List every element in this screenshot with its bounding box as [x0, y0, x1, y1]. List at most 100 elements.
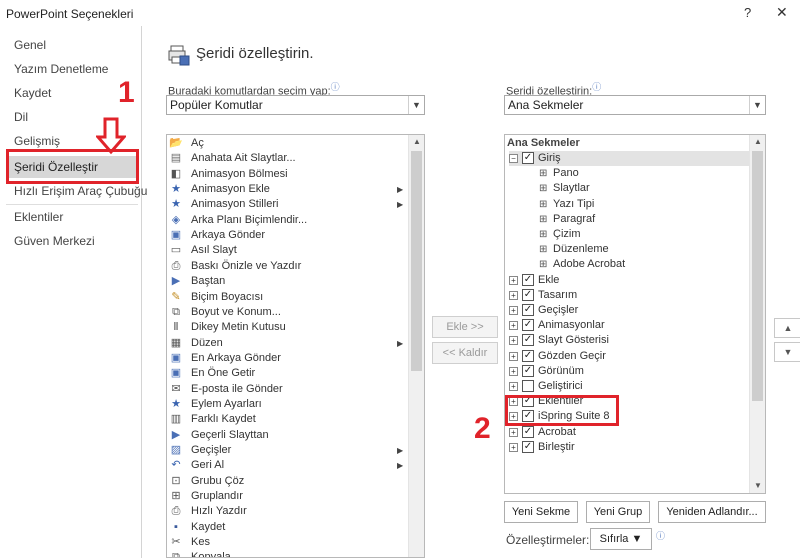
scroll-thumb[interactable] — [752, 151, 763, 401]
tree-item[interactable]: + ✓ Slayt Gösterisi — [509, 333, 749, 348]
command-item[interactable]: Ⅱ Dikey Metin Kutusu — [167, 320, 407, 335]
command-item[interactable]: ▣ En Arkaya Gönder — [167, 351, 407, 366]
scroll-up-icon[interactable]: ▲ — [409, 135, 424, 149]
command-item[interactable]: ⧉ Boyut ve Konum... — [167, 305, 407, 320]
tree-item[interactable]: ⊞ Pano — [539, 166, 739, 181]
checkbox-checked[interactable]: ✓ — [522, 425, 534, 438]
command-label: E-posta ile Gönder — [191, 382, 283, 395]
ribbon-tree[interactable]: Ana Sekmeler ▲ ▼ − ✓ Giriş ⊞ Pano ⊞ Slaytlar ⊞ Y… — [504, 134, 766, 494]
add-button[interactable]: Ekle >> — [432, 316, 498, 338]
reset-button[interactable]: Sıfırla ▼ — [590, 528, 652, 550]
command-item[interactable]: ▨ Geçişler ▶ — [167, 443, 407, 458]
scroll-down-icon[interactable]: ▼ — [750, 479, 765, 493]
expand-icon[interactable]: + — [509, 442, 518, 452]
expand-icon[interactable]: + — [509, 351, 518, 361]
tree-item[interactable]: + ✓ Görünüm — [509, 364, 749, 379]
tree-item[interactable]: + ✓ Gözden Geçir — [509, 349, 749, 364]
expand-icon[interactable]: ⊞ — [539, 257, 547, 272]
help-button[interactable]: ? — [744, 5, 751, 20]
tree-item[interactable]: ⊞ Paragraf — [539, 212, 739, 227]
move-down-button[interactable]: ▼ — [774, 342, 800, 362]
expand-icon[interactable]: + — [509, 382, 518, 391]
command-item[interactable]: ▣ Arkaya Gönder — [167, 228, 407, 243]
tree-item[interactable]: + Geliştirici — [509, 379, 749, 394]
expand-icon[interactable]: + — [509, 275, 518, 285]
tree-item[interactable]: ⊞ Adobe Acrobat — [539, 257, 739, 272]
command-item[interactable]: 📂 Aç — [167, 136, 407, 151]
commands-scrollbar[interactable]: ▲ — [408, 135, 424, 557]
expand-icon[interactable]: + — [509, 366, 518, 376]
expand-icon[interactable]: + — [509, 336, 518, 346]
tree-item[interactable]: + ✓ Ekle — [509, 273, 749, 288]
nav-item-guven-merkezi[interactable]: Güven Merkezi — [6, 230, 138, 252]
checkbox-checked[interactable]: ✓ — [522, 273, 534, 286]
commands-list[interactable]: ▲ 📂 Aç ▤ Anahata Ait Slaytlar... ◧ Animasyon … — [166, 134, 425, 558]
remove-button[interactable]: << Kaldır — [432, 342, 498, 364]
tree-item[interactable]: + ✓ Animasyonlar — [509, 318, 749, 333]
tree-scrollbar[interactable]: ▲ ▼ — [749, 135, 765, 493]
expand-icon[interactable]: ⊞ — [539, 242, 547, 257]
checkbox-checked[interactable]: ✓ — [522, 319, 534, 332]
ribbon-scope-select[interactable]: Ana Sekmeler ▼ — [504, 95, 766, 115]
checkbox-checked[interactable]: ✓ — [522, 152, 534, 164]
command-item[interactable]: ▪ Kaydet — [167, 520, 407, 535]
command-item[interactable]: ↶ Geri Al ▶ — [167, 458, 407, 473]
checkbox-checked[interactable]: ✓ — [522, 349, 534, 362]
command-item[interactable]: ▥ Farklı Kaydet — [167, 412, 407, 427]
command-item[interactable]: ⎙ Baskı Önizle ve Yazdır — [167, 259, 407, 274]
tree-item[interactable]: ⊞ Slaytlar — [539, 181, 739, 196]
expand-icon[interactable]: ⊞ — [539, 212, 547, 227]
command-item[interactable]: ◈ Arka Planı Biçimlendir... — [167, 213, 407, 228]
commands-source-select[interactable]: Popüler Komutlar ▼ — [166, 95, 425, 115]
checkbox-checked[interactable]: ✓ — [522, 304, 534, 316]
command-item[interactable]: ▭ Asıl Slayt — [167, 243, 407, 258]
tree-item[interactable]: ⊞ Çizim — [539, 227, 739, 242]
tree-item[interactable]: + ✓ Birleştir — [509, 440, 749, 455]
rename-button[interactable]: Yeniden Adlandır... — [658, 501, 766, 523]
new-tab-button[interactable]: Yeni Sekme — [504, 501, 578, 523]
checkbox-checked[interactable]: ✓ — [522, 440, 534, 453]
command-item[interactable]: ◧ Animasyon Bölmesi — [167, 167, 407, 182]
expand-icon[interactable]: ⊞ — [539, 181, 547, 196]
collapse-icon[interactable]: − — [509, 154, 518, 163]
new-group-button[interactable]: Yeni Grup — [586, 501, 650, 523]
command-item[interactable]: ▦ Düzen ▶ — [167, 336, 407, 351]
tree-item[interactable]: ⊞ Yazı Tipi — [539, 197, 739, 212]
expand-icon[interactable]: + — [509, 321, 518, 331]
command-item[interactable]: ★ Animasyon Stilleri ▶ — [167, 197, 407, 212]
close-button[interactable]: ✕ — [776, 4, 788, 21]
expand-icon[interactable]: + — [509, 306, 518, 315]
checkbox-checked[interactable]: ✓ — [522, 334, 534, 347]
expand-icon[interactable]: ⊞ — [539, 197, 547, 212]
command-item[interactable]: ✎ Biçim Boyacısı — [167, 290, 407, 305]
command-item[interactable]: ⧉ Kopyala — [167, 550, 407, 557]
command-item[interactable]: ⊡ Grubu Çöz — [167, 474, 407, 489]
scroll-up-icon[interactable]: ▲ — [750, 135, 765, 149]
expand-icon[interactable]: ⊞ — [539, 227, 547, 242]
tree-item[interactable]: ⊞ Düzenleme — [539, 242, 739, 257]
command-item[interactable]: ▤ Anahata Ait Slaytlar... — [167, 151, 407, 166]
command-item[interactable]: ⊞ Gruplandır — [167, 489, 407, 504]
nav-item-eklentiler[interactable]: Eklentiler — [6, 206, 138, 228]
tree-item[interactable]: + ✓ Acrobat — [509, 425, 749, 440]
move-up-button[interactable]: ▲ — [774, 318, 800, 338]
command-item[interactable]: ✉ E-posta ile Gönder — [167, 382, 407, 397]
checkbox-checked[interactable]: ✓ — [522, 288, 534, 301]
command-item[interactable]: ★ Eylem Ayarları — [167, 397, 407, 412]
command-item[interactable]: ✂ Kes — [167, 535, 407, 550]
command-item[interactable]: ★ Animasyon Ekle ▶ — [167, 182, 407, 197]
command-item[interactable]: ⎙ Hızlı Yazdır — [167, 504, 407, 519]
expand-icon[interactable]: + — [509, 427, 518, 437]
command-item[interactable]: ▣ En Öne Getir — [167, 366, 407, 381]
command-item[interactable]: ▶ Geçerli Slayttan — [167, 428, 407, 443]
scroll-thumb[interactable] — [411, 151, 422, 371]
tree-item[interactable]: + ✓ Tasarım — [509, 288, 749, 303]
nav-item-genel[interactable]: Genel — [6, 34, 138, 56]
command-item[interactable]: ▶ Baştan — [167, 274, 407, 289]
expand-icon[interactable]: + — [509, 290, 518, 300]
tree-item[interactable]: − ✓ Giriş — [509, 151, 749, 166]
tree-item[interactable]: + ✓ Geçişler — [509, 303, 749, 318]
checkbox-checked[interactable]: ✓ — [522, 364, 534, 377]
checkbox-unchecked[interactable] — [522, 380, 534, 392]
expand-icon[interactable]: ⊞ — [539, 166, 547, 181]
